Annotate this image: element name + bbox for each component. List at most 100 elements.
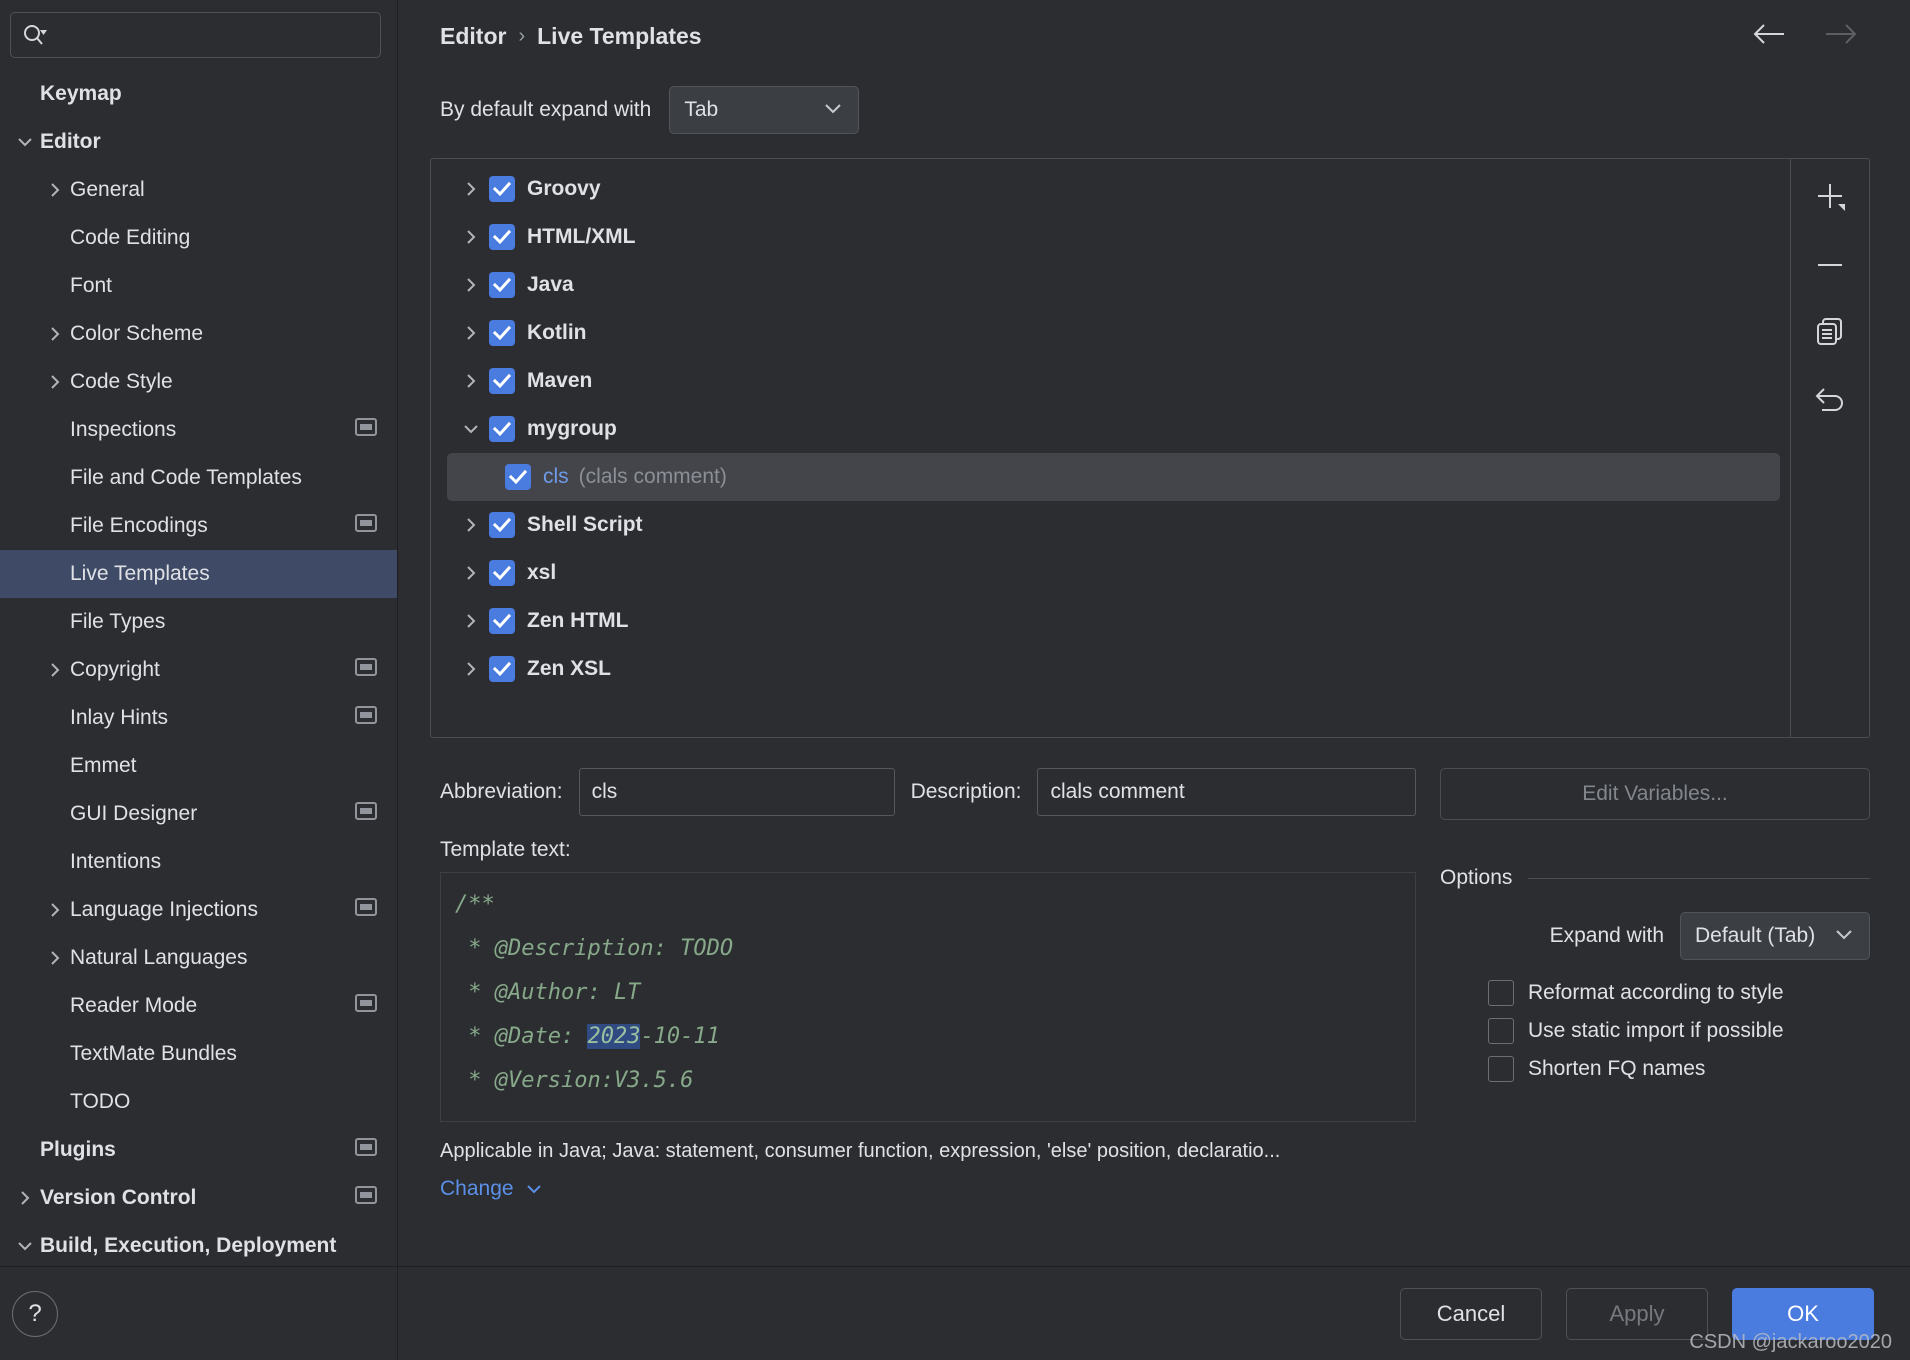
sidebar-item-todo[interactable]: TODO xyxy=(0,1078,397,1126)
template-group-checkbox[interactable] xyxy=(489,224,515,250)
arrow-right-icon[interactable] xyxy=(1820,20,1860,53)
default-expand-dropdown[interactable]: Tab xyxy=(669,86,860,134)
sidebar-item-editor[interactable]: Editor xyxy=(0,118,397,166)
option-checkbox[interactable] xyxy=(1488,1018,1514,1044)
chevron-right-icon[interactable] xyxy=(453,371,489,391)
description-input[interactable] xyxy=(1037,768,1416,816)
template-group-checkbox[interactable] xyxy=(489,272,515,298)
template-group-row[interactable]: Java xyxy=(431,261,1790,309)
chevron-right-icon[interactable] xyxy=(453,179,489,199)
chevron-right-icon[interactable] xyxy=(453,515,489,535)
template-group-row[interactable]: Kotlin xyxy=(431,309,1790,357)
chevron-down-icon[interactable] xyxy=(10,1237,40,1255)
chevron-right-icon[interactable] xyxy=(453,611,489,631)
breadcrumb-item-editor[interactable]: Editor xyxy=(440,23,506,50)
option-checkbox-row[interactable]: Use static import if possible xyxy=(1440,1012,1870,1050)
template-group-row[interactable]: HTML/XML xyxy=(431,213,1790,261)
abbreviation-input[interactable] xyxy=(578,768,895,816)
sidebar-item-natural-languages[interactable]: Natural Languages xyxy=(0,934,397,982)
option-checkbox-label: Shorten FQ names xyxy=(1528,1057,1706,1080)
template-group-checkbox[interactable] xyxy=(489,512,515,538)
option-checkbox-row[interactable]: Reformat according to style xyxy=(1440,974,1870,1012)
chevron-right-icon[interactable] xyxy=(453,227,489,247)
chevron-down-icon[interactable] xyxy=(10,133,40,151)
chevron-right-icon[interactable] xyxy=(453,659,489,679)
chevron-down-icon[interactable] xyxy=(453,420,489,438)
template-group-checkbox[interactable] xyxy=(489,368,515,394)
sidebar-item-emmet[interactable]: Emmet xyxy=(0,742,397,790)
edit-variables-button[interactable]: Edit Variables... xyxy=(1440,768,1870,820)
sidebar-item-reader-mode[interactable]: Reader Mode xyxy=(0,982,397,1030)
chevron-right-icon[interactable] xyxy=(40,180,70,200)
apply-button[interactable]: Apply xyxy=(1566,1287,1708,1340)
sidebar-item-inlay-hints[interactable]: Inlay Hints xyxy=(0,694,397,742)
sidebar-item-keymap[interactable]: Keymap xyxy=(0,70,397,118)
sidebar-item-copyright[interactable]: Copyright xyxy=(0,646,397,694)
description-label: Description: xyxy=(910,780,1022,803)
search-input[interactable] xyxy=(55,23,370,47)
sidebar-item-plugins[interactable]: Plugins xyxy=(0,1126,397,1174)
template-group-row[interactable]: Zen HTML xyxy=(431,597,1790,645)
sidebar-item-gui-designer[interactable]: GUI Designer xyxy=(0,790,397,838)
sidebar-item-file-types[interactable]: File Types xyxy=(0,598,397,646)
sidebar-item-color-scheme[interactable]: Color Scheme xyxy=(0,310,397,358)
sidebar-item-code-style[interactable]: Code Style xyxy=(0,358,397,406)
sidebar-item-general[interactable]: General xyxy=(0,166,397,214)
chevron-right-icon[interactable] xyxy=(40,660,70,680)
sidebar-item-label: Code Editing xyxy=(70,226,191,249)
remove-template-button[interactable] xyxy=(1804,239,1856,291)
sidebar-item-file-and-code-templates[interactable]: File and Code Templates xyxy=(0,454,397,502)
sidebar-item-code-editing[interactable]: Code Editing xyxy=(0,214,397,262)
template-group-label: Shell Script xyxy=(527,513,643,536)
duplicate-template-button[interactable] xyxy=(1804,305,1856,357)
sidebar-item-inspections[interactable]: Inspections xyxy=(0,406,397,454)
template-group-row[interactable]: Zen XSL xyxy=(431,645,1790,693)
sidebar-item-live-templates[interactable]: Live Templates xyxy=(0,550,397,598)
template-text-selection: 2023 xyxy=(587,1024,641,1049)
template-group-checkbox[interactable] xyxy=(489,416,515,442)
chevron-right-icon[interactable] xyxy=(453,275,489,295)
sidebar-item-version-control[interactable]: Version Control xyxy=(0,1174,397,1222)
template-group-row[interactable]: mygroup xyxy=(431,405,1790,453)
templates-tree: Groovy HTML/XML Java Kotlin Maven mygroup cls (… xyxy=(431,159,1790,737)
template-group-checkbox[interactable] xyxy=(489,320,515,346)
ok-button[interactable]: OK xyxy=(1732,1287,1874,1340)
add-template-button[interactable] xyxy=(1804,173,1856,225)
option-checkbox[interactable] xyxy=(1488,980,1514,1006)
revert-template-button[interactable] xyxy=(1804,371,1856,423)
chevron-right-icon[interactable] xyxy=(40,324,70,344)
template-group-checkbox[interactable] xyxy=(489,560,515,586)
sidebar-item-label: Version Control xyxy=(40,1186,197,1209)
template-group-row[interactable]: Shell Script xyxy=(431,501,1790,549)
cancel-button[interactable]: Cancel xyxy=(1400,1287,1542,1340)
sidebar-item-language-injections[interactable]: Language Injections xyxy=(0,886,397,934)
template-item-checkbox[interactable] xyxy=(505,464,531,490)
chevron-right-icon[interactable] xyxy=(453,323,489,343)
help-button[interactable]: ? xyxy=(12,1290,58,1337)
chevron-right-icon[interactable] xyxy=(40,372,70,392)
template-group-checkbox[interactable] xyxy=(489,656,515,682)
expand-with-dropdown[interactable]: Default (Tab) xyxy=(1680,912,1870,960)
sidebar-item-textmate-bundles[interactable]: TextMate Bundles xyxy=(0,1030,397,1078)
template-item-row[interactable]: cls (clals comment) xyxy=(447,453,1780,501)
option-checkbox[interactable] xyxy=(1488,1056,1514,1082)
template-group-checkbox[interactable] xyxy=(489,608,515,634)
template-group-checkbox[interactable] xyxy=(489,176,515,202)
template-group-row[interactable]: Maven xyxy=(431,357,1790,405)
change-context-link[interactable]: Change xyxy=(440,1177,1416,1201)
sidebar-item-font[interactable]: Font xyxy=(0,262,397,310)
search-box[interactable] xyxy=(10,12,381,58)
chevron-right-icon[interactable] xyxy=(40,900,70,920)
template-text-editor[interactable]: /** * @Description: TODO * @Author: LT *… xyxy=(440,872,1416,1122)
chevron-right-icon[interactable] xyxy=(10,1188,40,1208)
sidebar-item-file-encodings[interactable]: File Encodings xyxy=(0,502,397,550)
chevron-right-icon[interactable] xyxy=(40,948,70,968)
template-group-row[interactable]: xsl xyxy=(431,549,1790,597)
chevron-right-icon[interactable] xyxy=(453,563,489,583)
sidebar-item-build-execution-deployment[interactable]: Build, Execution, Deployment xyxy=(0,1222,397,1266)
option-checkbox-row[interactable]: Shorten FQ names xyxy=(1440,1050,1870,1088)
template-group-row[interactable]: Groovy xyxy=(431,165,1790,213)
sidebar-item-intentions[interactable]: Intentions xyxy=(0,838,397,886)
arrow-left-icon[interactable] xyxy=(1750,20,1790,53)
option-checkbox-label: Use static import if possible xyxy=(1528,1019,1784,1042)
